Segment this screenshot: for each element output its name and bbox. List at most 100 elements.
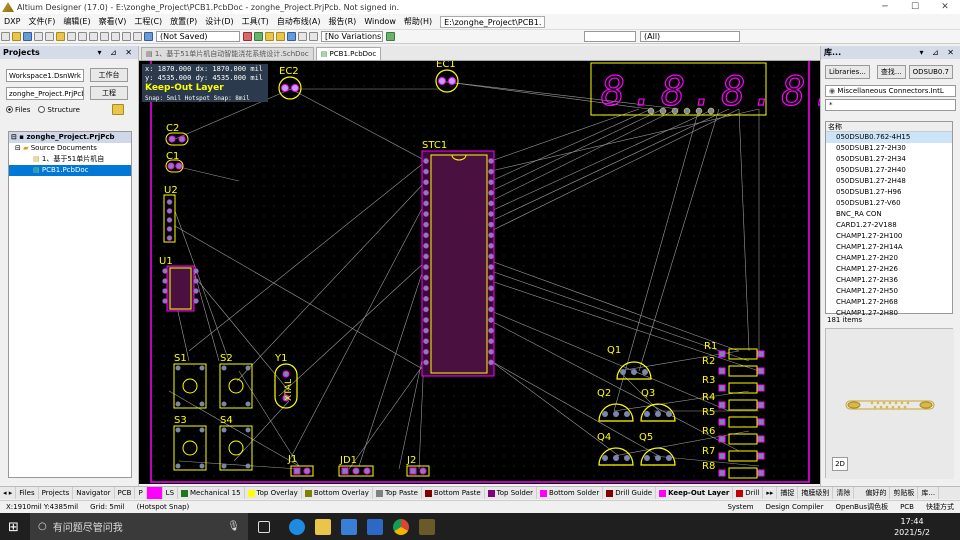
- menu-place[interactable]: 放置(P): [166, 16, 201, 27]
- library-panel-controls-icon[interactable]: ▾ ⊿ ✕: [919, 46, 960, 59]
- pad-icon[interactable]: [276, 32, 285, 41]
- paste-icon[interactable]: [89, 32, 98, 41]
- status-system-button[interactable]: System: [721, 503, 759, 511]
- workspace-combo[interactable]: Workspace1.DsnWrk: [6, 68, 84, 82]
- menu-autoroute[interactable]: 自动布线(A): [273, 16, 325, 27]
- menu-view[interactable]: 察看(V): [95, 16, 131, 27]
- structure-radio[interactable]: [38, 106, 46, 113]
- filter-combo[interactable]: [584, 31, 636, 42]
- pcb-drawing[interactable]: 8.8.8.8. EC2 EC1 C2 C1 U2 U1 STC1 S1 S2 …: [139, 61, 820, 484]
- layer-tab[interactable]: Keep-Out Layer: [656, 487, 734, 499]
- snap-icon[interactable]: [144, 32, 153, 41]
- panel-tab-clipboard[interactable]: 剪贴板: [890, 487, 919, 499]
- clear-button[interactable]: 清除: [833, 487, 855, 499]
- status-shortcuts-button[interactable]: 快捷方式: [920, 502, 960, 512]
- seven-seg-display[interactable]: 8.8.8.8.: [590, 62, 820, 116]
- component-list-item[interactable]: 050DSUB1.27-2H48: [826, 176, 952, 187]
- panel-tab-pcb[interactable]: PCB: [115, 487, 136, 499]
- tree-schdoc[interactable]: ▤ 1、基于51单片机自: [9, 154, 131, 165]
- text-icon[interactable]: [298, 32, 307, 41]
- library-combo[interactable]: ◉ Miscellaneous Connectors.IntL: [825, 85, 956, 97]
- menu-dxp[interactable]: DXP: [0, 17, 24, 26]
- menu-design[interactable]: 设计(D): [201, 16, 237, 27]
- menu-file[interactable]: 文件(F): [24, 16, 59, 27]
- redo-icon[interactable]: [133, 32, 142, 41]
- component-icon[interactable]: [309, 32, 318, 41]
- menu-reports[interactable]: 报告(R): [325, 16, 361, 27]
- current-layer-swatch[interactable]: [146, 487, 163, 499]
- save-state-combo[interactable]: (Not Saved): [156, 31, 240, 42]
- tree-pcbdoc[interactable]: ▤ PCB1.PcbDoc: [9, 165, 131, 176]
- layer-tab[interactable]: Drill Guide: [603, 487, 657, 499]
- panel-tab-navigator[interactable]: Navigator: [73, 487, 115, 499]
- via-icon[interactable]: [265, 32, 274, 41]
- component-list-item[interactable]: CARD1.27-2V188: [826, 220, 952, 231]
- panel-tab-favorites[interactable]: 偏好的: [862, 487, 891, 499]
- undo-icon[interactable]: [122, 32, 131, 41]
- folder-icon[interactable]: [56, 32, 65, 41]
- place-button[interactable]: ODSUB0.7: [908, 65, 954, 79]
- component-list-item[interactable]: CHAMP1.27-2H36: [826, 275, 952, 286]
- move-icon[interactable]: [100, 32, 109, 41]
- layer-tab[interactable]: Bottom Overlay: [302, 487, 373, 499]
- open-icon[interactable]: [12, 32, 21, 41]
- menu-help[interactable]: 帮助(H): [400, 16, 436, 27]
- stc1-chip[interactable]: [421, 150, 495, 377]
- panel-tab-projects[interactable]: Projects: [39, 487, 74, 499]
- layer-tab[interactable]: Mechanical 15: [178, 487, 245, 499]
- all-combo[interactable]: (All): [640, 31, 740, 42]
- component-list-item[interactable]: 050DSUB1.27-V60: [826, 198, 952, 209]
- variations-combo[interactable]: [No Variations: [321, 31, 383, 42]
- zoom-icon[interactable]: [45, 32, 54, 41]
- nav-arrows-icon[interactable]: ◂ ▸: [0, 487, 17, 499]
- altium-taskbar-icon[interactable]: [419, 518, 435, 535]
- layer-tab[interactable]: Top Overlay: [245, 487, 302, 499]
- variant-icon[interactable]: [386, 32, 395, 41]
- tree-project[interactable]: ⊟ ▪ zonghe_Project.PrjPcb: [9, 132, 131, 143]
- minimize-button[interactable]: ─: [870, 2, 900, 12]
- blue-app-icon[interactable]: [367, 518, 383, 535]
- workspace-button[interactable]: 工作台: [90, 68, 128, 82]
- component-list-item[interactable]: CHAMP1.27-2H26: [826, 264, 952, 275]
- tab-pcbdoc[interactable]: ▤ PCB1.PcbDoc: [315, 47, 382, 60]
- layer-tab[interactable]: Top Solder: [485, 487, 538, 499]
- print-icon[interactable]: [34, 32, 43, 41]
- layer-scroll-icon[interactable]: ▸▸: [763, 487, 778, 499]
- layer-tab[interactable]: Bottom Solder: [537, 487, 604, 499]
- cut-icon[interactable]: [67, 32, 76, 41]
- taskview-icon[interactable]: [258, 520, 270, 533]
- document-path-combo[interactable]: E:\zonghe_Project\PCB1.: [440, 15, 546, 28]
- tree-source-docs[interactable]: ⊟ ▰ Source Documents: [9, 143, 131, 154]
- panel-tab-p[interactable]: P: [135, 487, 147, 499]
- edge-icon[interactable]: [289, 518, 305, 535]
- panel-tab-library[interactable]: 库...: [918, 487, 940, 499]
- menu-project[interactable]: 工程(C): [130, 16, 166, 27]
- route-icon[interactable]: [243, 32, 252, 41]
- libraries-button[interactable]: Libraries...: [825, 65, 870, 79]
- component-list-item[interactable]: 050DSUB1.27-2H40: [826, 165, 952, 176]
- close-button[interactable]: ✕: [930, 2, 960, 12]
- component-list-item[interactable]: CHAMP1.27-2H20: [826, 253, 952, 264]
- tab-schdoc[interactable]: ▤ 1、基于51单片机自动智能浇花系统设计.SchDoc: [141, 47, 314, 60]
- select-icon[interactable]: [111, 32, 120, 41]
- filter-input[interactable]: *: [825, 99, 956, 111]
- mic-icon[interactable]: 🎙: [227, 521, 240, 532]
- panel-controls-icon[interactable]: ▾ ⊿ ✕: [97, 46, 138, 59]
- search-button[interactable]: 查找...: [876, 65, 906, 79]
- menu-edit[interactable]: 编辑(E): [59, 16, 94, 27]
- fill-icon[interactable]: [287, 32, 296, 41]
- ls-button[interactable]: LS: [163, 487, 179, 499]
- u1-chip[interactable]: [162, 265, 199, 312]
- new-icon[interactable]: [1, 32, 10, 41]
- mask-level-button[interactable]: 掩膜级别: [798, 487, 834, 499]
- component-list-item[interactable]: CHAMP1.27-2H50: [826, 286, 952, 297]
- status-openbus-button[interactable]: OpenBus调色板: [829, 502, 894, 512]
- store-icon[interactable]: [341, 518, 357, 535]
- taskbar-search[interactable]: ○ 有问题尽管问我 🎙: [30, 513, 248, 540]
- status-compiler-button[interactable]: Design Compiler: [760, 503, 830, 511]
- component-list-item[interactable]: CHAMP1.27-2H100: [826, 231, 952, 242]
- view-2d-button[interactable]: 2D: [832, 457, 848, 471]
- project-button[interactable]: 工程: [90, 86, 128, 100]
- layer-tab[interactable]: Drill: [733, 487, 764, 499]
- component-list-item[interactable]: BNC_RA CON: [826, 209, 952, 220]
